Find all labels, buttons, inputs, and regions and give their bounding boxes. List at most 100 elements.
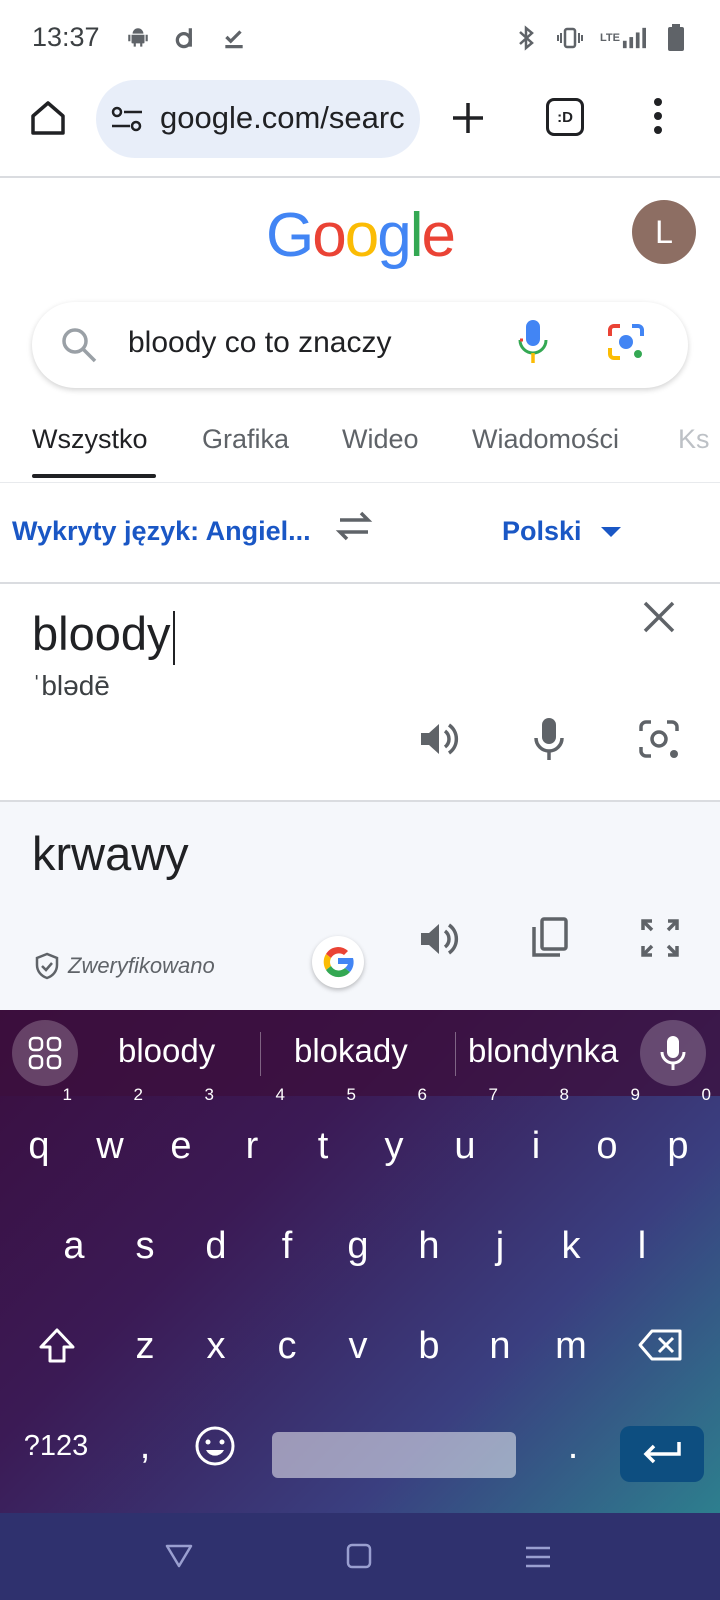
space-key[interactable] xyxy=(272,1432,516,1478)
download-done-icon xyxy=(220,24,248,52)
site-settings-icon[interactable] xyxy=(110,104,144,139)
emoji-key[interactable] xyxy=(180,1406,250,1486)
lens-icon[interactable] xyxy=(606,322,646,367)
search-box[interactable]: bloody co to znaczy xyxy=(32,302,688,388)
key-m[interactable]: m xyxy=(536,1306,606,1386)
enter-key[interactable] xyxy=(620,1426,704,1482)
suggestion-divider xyxy=(455,1032,456,1076)
shield-check-icon xyxy=(35,952,59,980)
key-hint: 2 xyxy=(133,1085,143,1104)
key-x[interactable]: x xyxy=(181,1306,251,1386)
listen-translation-icon[interactable] xyxy=(418,918,460,965)
clear-input-icon[interactable] xyxy=(642,600,676,639)
key-n[interactable]: n xyxy=(465,1306,535,1386)
symbols-key[interactable]: ?123 xyxy=(16,1406,96,1486)
key-y[interactable]: y6 xyxy=(359,1086,429,1186)
suggestion-3[interactable]: blondynka xyxy=(468,1032,618,1070)
tab-books[interactable]: Ks xyxy=(678,424,710,455)
url-text[interactable]: google.com/search xyxy=(160,100,404,136)
key-h[interactable]: h xyxy=(394,1206,464,1286)
shift-key[interactable] xyxy=(22,1306,92,1386)
target-language-button[interactable]: Polski xyxy=(502,516,622,547)
key-k[interactable]: k xyxy=(536,1206,606,1286)
key-q[interactable]: q1 xyxy=(4,1086,74,1186)
suggestion-bar: bloody blokady blondynka xyxy=(0,1010,720,1096)
key-l[interactable]: l xyxy=(607,1206,677,1286)
translator-output: krwawy Zweryfikowano xyxy=(0,802,720,1010)
key-label: i xyxy=(531,1125,541,1167)
key-p[interactable]: p0 xyxy=(643,1086,713,1186)
key-label: o xyxy=(596,1125,618,1167)
tab-all[interactable]: Wszystko xyxy=(32,424,148,455)
backspace-icon xyxy=(638,1329,682,1361)
back-icon[interactable] xyxy=(164,1543,194,1574)
translator-input[interactable]: bloody ˈblədē xyxy=(0,584,720,802)
key-hint: 4 xyxy=(275,1085,285,1104)
home-icon[interactable] xyxy=(28,98,68,138)
key-e[interactable]: e3 xyxy=(146,1086,216,1186)
tab-news[interactable]: Wiadomości xyxy=(472,424,619,455)
key-s[interactable]: s xyxy=(110,1206,180,1286)
search-icon xyxy=(60,326,98,369)
avatar[interactable]: L xyxy=(632,200,696,264)
key-label: q xyxy=(28,1125,50,1167)
key-z[interactable]: z xyxy=(110,1306,180,1386)
translator-language-row: Wykryty język: Angiel... Polski xyxy=(0,486,720,584)
key-t[interactable]: t5 xyxy=(288,1086,358,1186)
suggestion-1[interactable]: bloody xyxy=(118,1032,215,1070)
key-g[interactable]: g xyxy=(323,1206,393,1286)
soft-keyboard: bloody blokady blondynka q1 w2 e3 r4 t5 … xyxy=(0,1010,720,1513)
key-i[interactable]: i8 xyxy=(501,1086,571,1186)
source-language-button[interactable]: Wykryty język: Angiel... xyxy=(12,516,311,547)
key-f[interactable]: f xyxy=(252,1206,322,1286)
keyboard-menu-icon[interactable] xyxy=(12,1020,78,1086)
key-label: r xyxy=(245,1125,259,1167)
suggestion-2[interactable]: blokady xyxy=(294,1032,408,1070)
more-menu-icon[interactable] xyxy=(652,96,664,141)
tab-videos[interactable]: Wideo xyxy=(342,424,419,455)
camera-translate-icon[interactable] xyxy=(638,718,680,765)
key-r[interactable]: r4 xyxy=(217,1086,287,1186)
translation-text: krwawy xyxy=(32,827,189,880)
tab-images[interactable]: Grafika xyxy=(202,424,289,455)
key-b[interactable]: b xyxy=(394,1306,464,1386)
home-nav-icon[interactable] xyxy=(346,1543,372,1574)
new-tab-icon[interactable] xyxy=(450,100,486,141)
network-label: LTE xyxy=(600,32,620,44)
key-d[interactable]: d xyxy=(181,1206,251,1286)
google-g-icon[interactable] xyxy=(312,936,364,988)
backspace-key[interactable] xyxy=(626,1306,696,1386)
tab-switcher-icon[interactable]: :D xyxy=(546,98,584,136)
source-text[interactable]: bloody xyxy=(32,606,175,665)
key-a[interactable]: a xyxy=(39,1206,109,1286)
url-bar[interactable]: google.com/search xyxy=(96,80,420,158)
key-w[interactable]: w2 xyxy=(75,1086,145,1186)
key-o[interactable]: o9 xyxy=(572,1086,642,1186)
listen-source-icon[interactable] xyxy=(418,718,460,765)
suggestion-divider xyxy=(260,1032,261,1076)
enter-icon xyxy=(643,1442,681,1464)
search-input[interactable]: bloody co to znaczy xyxy=(128,326,391,360)
bluetooth-icon xyxy=(512,24,540,52)
comma-key[interactable]: , xyxy=(110,1406,180,1486)
vibrate-icon xyxy=(556,24,584,52)
period-key[interactable]: . xyxy=(538,1406,608,1486)
voice-input-icon[interactable] xyxy=(532,716,566,767)
logo-letter: o xyxy=(344,201,380,270)
keyboard-mic-icon[interactable] xyxy=(640,1020,706,1086)
key-hint: 1 xyxy=(62,1085,72,1104)
fullscreen-icon[interactable] xyxy=(640,918,680,963)
key-c[interactable]: c xyxy=(252,1306,322,1386)
key-v[interactable]: v xyxy=(323,1306,393,1386)
key-hint: 9 xyxy=(630,1085,640,1104)
recents-icon[interactable] xyxy=(524,1545,552,1574)
google-logo[interactable]: Google xyxy=(266,200,456,271)
key-u[interactable]: u7 xyxy=(430,1086,500,1186)
key-j[interactable]: j xyxy=(465,1206,535,1286)
key-label: t xyxy=(317,1125,329,1167)
voice-search-icon[interactable] xyxy=(516,318,550,371)
tab-count-label: :D xyxy=(557,108,573,126)
logo-letter: l xyxy=(409,201,424,270)
swap-languages-icon[interactable] xyxy=(334,508,374,549)
copy-icon[interactable] xyxy=(530,916,570,965)
